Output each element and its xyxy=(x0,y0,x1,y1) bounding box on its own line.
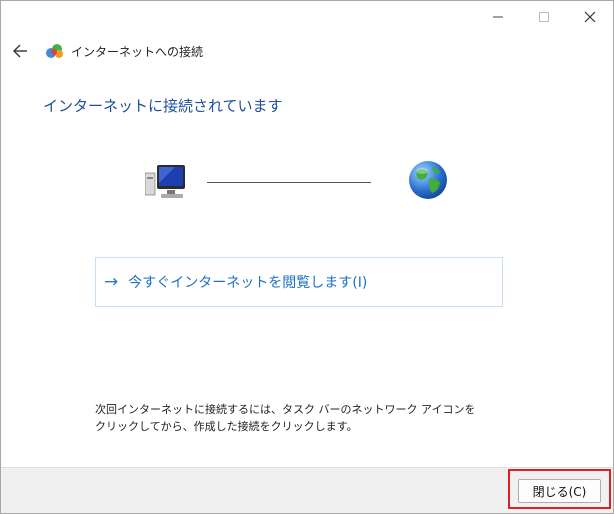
maximize-icon xyxy=(539,12,549,22)
caption-buttons xyxy=(475,1,613,33)
browse-internet-label: 今すぐインターネットを閲覧します(I) xyxy=(128,275,368,291)
globe-icon xyxy=(409,161,447,199)
minimize-button[interactable] xyxy=(475,1,521,33)
info-line-2: クリックしてから、作成した接続をクリックします。 xyxy=(95,420,358,433)
maximize-button[interactable] xyxy=(521,1,567,33)
minimize-icon xyxy=(493,16,503,18)
close-button[interactable]: 閉じる(C) xyxy=(518,479,601,503)
connect-wizard-window: インターネットへの接続 インターネットに接続されています → 今すぐインターネッ… xyxy=(0,0,614,514)
page-heading: インターネットに接続されています xyxy=(43,97,283,115)
close-icon xyxy=(584,11,596,23)
network-globe-icon xyxy=(46,44,63,58)
back-arrow-icon xyxy=(13,44,27,58)
info-line-1: 次回インターネットに接続するには、タスク バーのネットワーク アイコンを xyxy=(95,403,476,416)
info-text: 次回インターネットに接続するには、タスク バーのネットワーク アイコンを クリッ… xyxy=(95,401,475,435)
navigation-bar: インターネットへの接続 xyxy=(9,39,203,63)
back-button[interactable] xyxy=(9,40,31,62)
close-window-button[interactable] xyxy=(567,1,613,33)
computer-icon xyxy=(145,165,185,198)
link-arrow-icon: → xyxy=(104,272,119,292)
window-title: インターネットへの接続 xyxy=(71,44,204,59)
connection-line xyxy=(207,182,371,183)
connection-diagram xyxy=(141,159,451,205)
browse-internet-link[interactable]: → 今すぐインターネットを閲覧します(I) xyxy=(95,257,503,307)
